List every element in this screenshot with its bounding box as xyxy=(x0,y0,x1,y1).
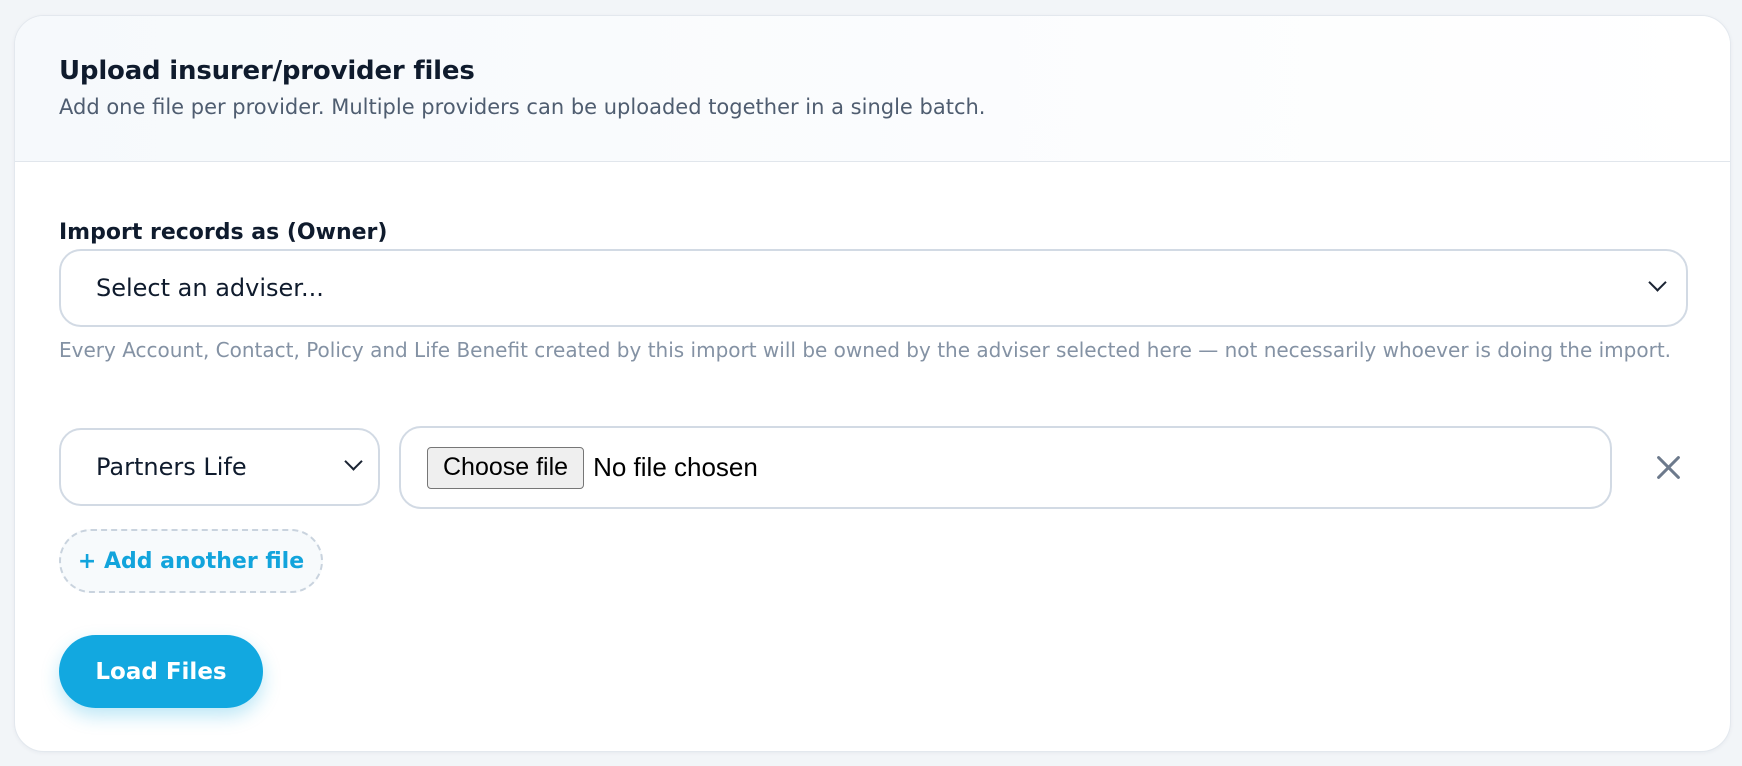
add-another-file-button[interactable]: + Add another file xyxy=(59,529,323,593)
card-header: Upload insurer/provider files Add one fi… xyxy=(15,16,1730,162)
chevron-down-icon xyxy=(1648,273,1667,292)
page-subtitle: Add one file per provider. Multiple prov… xyxy=(59,95,986,119)
adviser-select[interactable]: Select an adviser... xyxy=(59,249,1688,327)
choose-file-button[interactable]: Choose file xyxy=(427,446,585,489)
file-input: Choose file No file chosen xyxy=(399,426,1612,509)
provider-select-value: Partners Life xyxy=(96,453,247,481)
upload-card: Upload insurer/provider files Add one fi… xyxy=(14,15,1731,752)
adviser-select-value: Select an adviser... xyxy=(96,274,324,302)
provider-select[interactable]: Partners Life xyxy=(59,428,380,506)
page-title: Upload insurer/provider files xyxy=(59,56,475,86)
owner-field-label: Import records as (Owner) xyxy=(59,220,388,245)
load-files-button[interactable]: Load Files xyxy=(59,635,263,708)
close-icon[interactable] xyxy=(1651,450,1685,484)
owner-helper-text: Every Account, Contact, Policy and Life … xyxy=(59,338,1672,362)
chevron-down-icon xyxy=(344,452,363,471)
file-status: No file chosen xyxy=(593,452,758,482)
